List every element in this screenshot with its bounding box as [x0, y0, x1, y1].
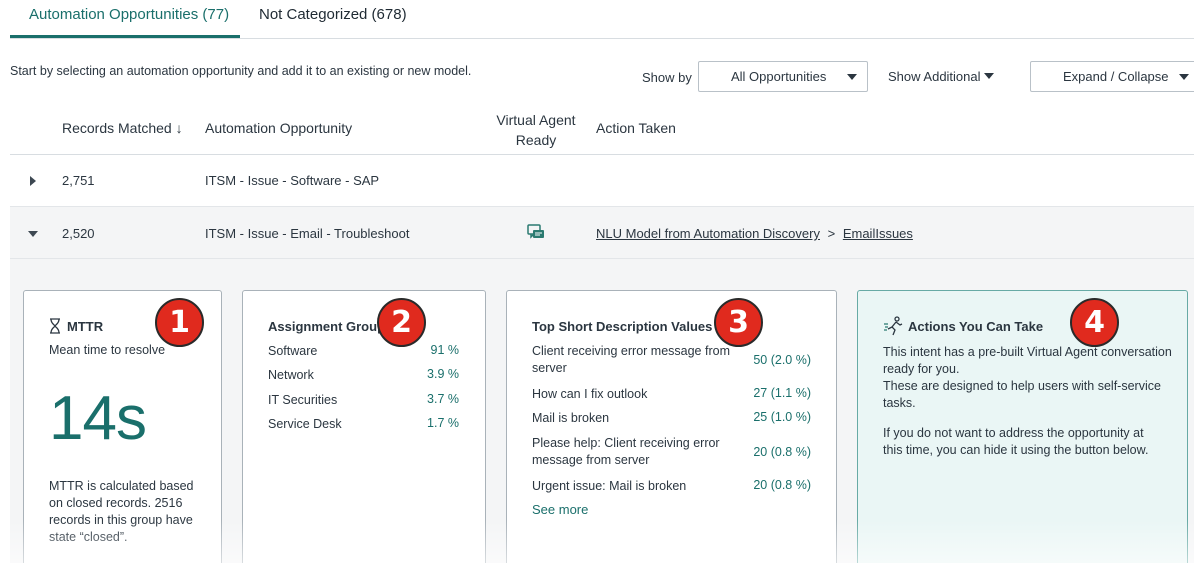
actions-paragraph-3: If you do not want to address the opport… — [883, 426, 1149, 457]
column-automation-opportunity[interactable]: Automation Opportunity — [205, 120, 352, 136]
card-title: Actions You Can Take — [908, 319, 1044, 334]
actions-card: Actions You Can Take This intent has a p… — [857, 290, 1188, 563]
show-by-dropdown[interactable]: All Opportunities — [698, 61, 868, 92]
mttr-subtitle: Mean time to resolve — [49, 343, 166, 357]
group-percent: 1.7 % — [427, 416, 459, 430]
show-additional-label: Show Additional — [888, 69, 981, 84]
column-action-taken[interactable]: Action Taken — [596, 120, 676, 136]
description-count: 25 (1.0 %) — [753, 410, 811, 424]
show-by-label: Show by — [642, 70, 692, 85]
hourglass-icon — [50, 318, 60, 334]
card-title: Assignment Group — [268, 319, 386, 334]
group-name: Software — [268, 344, 318, 358]
short-description-card: Top Short Description Values Client rece… — [506, 290, 837, 563]
column-virtual-agent-ready[interactable]: Virtual Agent Ready — [496, 110, 576, 150]
chat-icon — [527, 224, 544, 239]
description-count: 27 (1.1 %) — [753, 386, 811, 400]
runner-icon — [884, 316, 903, 336]
description-count: 50 (2.0 %) — [753, 353, 811, 367]
description-text: How can I fix outlook — [532, 387, 648, 401]
step-badge: 4 — [1070, 298, 1119, 347]
expand-collapse-label: Expand / Collapse — [1063, 69, 1169, 84]
tab-bar: Automation Opportunities (77) Not Catego… — [10, 0, 1194, 39]
step-badge: 3 — [714, 298, 763, 347]
expand-row-icon[interactable] — [30, 176, 36, 186]
card-title: MTTR — [67, 319, 104, 334]
description-text: Please help: Client receiving error mess… — [532, 436, 720, 467]
tab-not-categorized[interactable]: Not Categorized (678) — [259, 6, 407, 23]
opportunity-name: ITSM - Issue - Email - Troubleshoot — [205, 226, 410, 241]
assignment-group-card: Assignment Group Software 91 % Network 3… — [242, 290, 486, 563]
group-name: Network — [268, 368, 314, 382]
mttr-card: MTTR Mean time to resolve 14s MTTR is ca… — [23, 290, 222, 563]
card-title: Top Short Description Values — [532, 319, 713, 334]
breadcrumb-separator: > — [827, 226, 836, 241]
chevron-down-icon — [1179, 74, 1189, 80]
tab-automation-opportunities[interactable]: Automation Opportunities (77) — [29, 6, 229, 23]
show-additional-button[interactable]: Show Additional — [888, 69, 994, 84]
opportunity-name: ITSM - Issue - Software - SAP — [205, 173, 380, 188]
group-name: Service Desk — [268, 417, 342, 431]
nlu-model-link[interactable]: NLU Model from Automation Discovery — [596, 226, 820, 241]
records-count: 2,520 — [62, 226, 95, 241]
header-divider — [10, 154, 1194, 155]
group-percent: 3.9 % — [427, 367, 459, 381]
group-percent: 3.7 % — [427, 392, 459, 406]
collapse-row-icon[interactable] — [28, 231, 38, 237]
expand-collapse-dropdown[interactable]: Expand / Collapse — [1030, 61, 1194, 92]
column-va-line1: Virtual Agent — [496, 112, 576, 128]
see-more-link[interactable]: See more — [532, 502, 588, 517]
step-badge: 2 — [377, 298, 426, 347]
action-taken: NLU Model from Automation Discovery > Em… — [596, 226, 913, 241]
show-by-value: All Opportunities — [731, 69, 827, 84]
records-count: 2,751 — [62, 173, 95, 188]
description-count: 20 (0.8 %) — [753, 445, 811, 459]
intent-link[interactable]: EmailIssues — [843, 226, 913, 241]
mttr-value: 14s — [49, 384, 147, 453]
actions-paragraph-1: This intent has a pre-built Virtual Agen… — [883, 345, 1172, 376]
description-text: Urgent issue: Mail is broken — [532, 479, 687, 493]
intro-text: Start by selecting an automation opportu… — [10, 64, 472, 78]
chevron-down-icon — [847, 74, 857, 80]
group-name: IT Securities — [268, 393, 338, 407]
active-tab-indicator — [10, 35, 240, 38]
step-badge: 1 — [155, 298, 204, 347]
description-text: Mail is broken — [532, 411, 610, 425]
column-records-matched[interactable]: Records Matched ↓ — [62, 120, 183, 136]
description-count: 20 (0.8 %) — [753, 478, 811, 492]
actions-paragraph-2: These are designed to help users with se… — [883, 379, 1161, 410]
row-divider — [10, 258, 1194, 259]
mttr-note: MTTR is calculated based on closed recor… — [49, 479, 194, 544]
description-text: Client receiving error message from serv… — [532, 344, 730, 375]
column-va-line2: Ready — [515, 132, 557, 148]
chevron-down-icon — [984, 73, 994, 79]
